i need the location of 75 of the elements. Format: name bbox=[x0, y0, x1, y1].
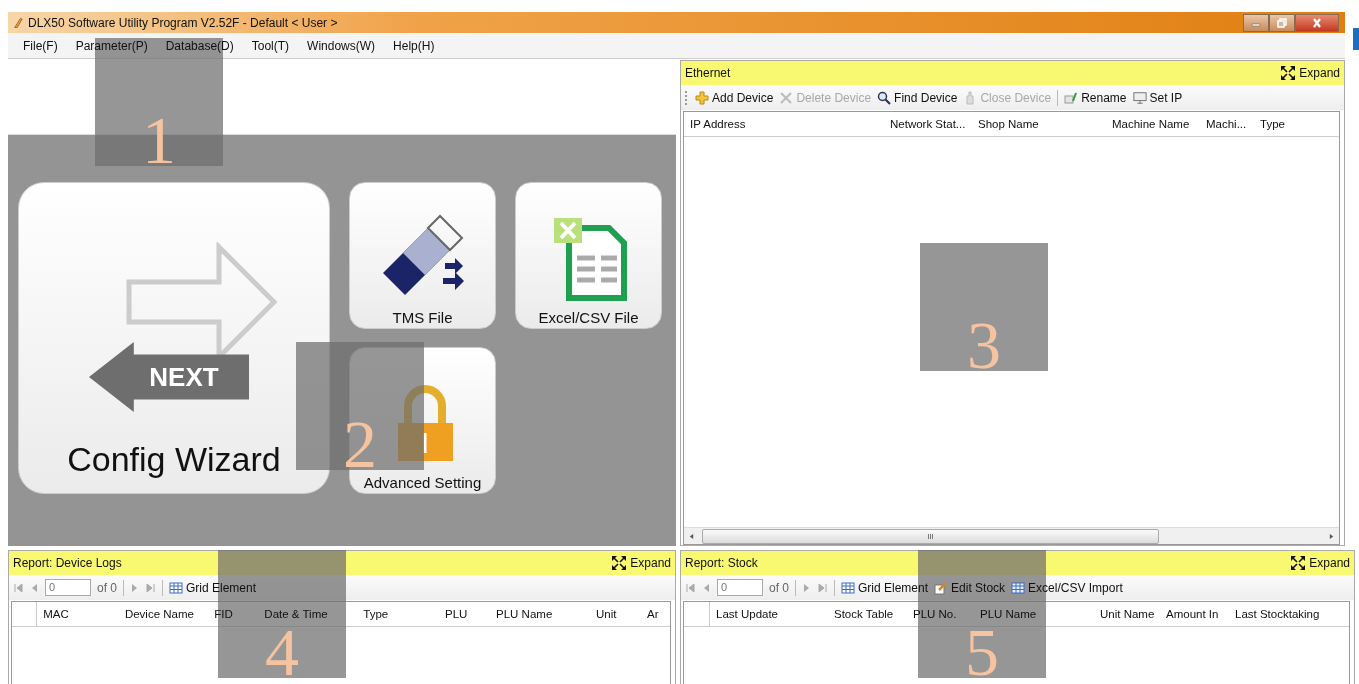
expand-icon bbox=[1280, 65, 1297, 81]
cross-icon bbox=[779, 90, 794, 105]
column-header[interactable]: PLU bbox=[439, 608, 491, 620]
column-header[interactable]: Machi... bbox=[1200, 118, 1254, 130]
scroll-left-icon[interactable] bbox=[689, 533, 694, 539]
toolbar-button[interactable]: Rename bbox=[1064, 90, 1127, 105]
column-header[interactable]: Last Update bbox=[710, 608, 828, 620]
menu-item[interactable]: Tool(T) bbox=[242, 38, 299, 53]
pencil-icon bbox=[934, 580, 949, 595]
expand-button[interactable]: Expand bbox=[611, 555, 671, 571]
panel-title: Report: Device Logs bbox=[13, 556, 122, 570]
panel-title: Ethernet bbox=[685, 66, 731, 80]
column-header[interactable]: IP Address bbox=[684, 118, 884, 130]
page-count: of 0 bbox=[769, 580, 789, 595]
column-header[interactable]: Machine Name bbox=[1106, 118, 1200, 130]
column-header[interactable]: Unit bbox=[589, 608, 641, 620]
callout-number: 4 bbox=[265, 624, 299, 674]
close-icon bbox=[1311, 17, 1323, 28]
menu-item[interactable]: Windows(W) bbox=[298, 38, 385, 53]
callout-number: 1 bbox=[142, 112, 176, 162]
monitor-icon bbox=[1132, 90, 1147, 105]
restore-icon bbox=[1276, 17, 1288, 28]
column-header[interactable]: MAC bbox=[37, 608, 119, 620]
column-header[interactable]: PLU Name bbox=[974, 608, 1094, 620]
column-header[interactable]: Network Stat... bbox=[884, 118, 972, 130]
callout-number: 5 bbox=[965, 624, 999, 674]
close-button[interactable] bbox=[1295, 13, 1339, 32]
page-number-field[interactable]: 0 bbox=[717, 579, 763, 596]
toolbar-button[interactable]: Add Device bbox=[695, 90, 774, 105]
column-header[interactable]: Type bbox=[1254, 118, 1314, 130]
panel-title: Report: Stock bbox=[685, 556, 758, 570]
expand-button[interactable]: Expand bbox=[1290, 555, 1350, 571]
app-icon bbox=[13, 16, 23, 29]
first-page-icon[interactable] bbox=[13, 582, 23, 593]
last-page-icon[interactable] bbox=[818, 582, 828, 593]
column-header[interactable]: Ar bbox=[641, 608, 670, 620]
page-count: of 0 bbox=[97, 580, 117, 595]
restore-button[interactable] bbox=[1269, 13, 1295, 32]
expand-icon bbox=[611, 555, 628, 571]
toolbar-button[interactable]: Find Device bbox=[877, 90, 958, 105]
toolbar-button[interactable]: Edit Stock bbox=[934, 580, 1006, 595]
column-header[interactable]: Last Stocktaking bbox=[1229, 608, 1349, 620]
column-header[interactable]: Device Name bbox=[118, 608, 209, 620]
launcher-tile[interactable]: Excel/CSV File bbox=[515, 182, 662, 329]
toolbar-button[interactable]: Set IP bbox=[1132, 90, 1183, 105]
page-number-field[interactable]: 0 bbox=[45, 579, 91, 596]
menu-item[interactable]: File(F) bbox=[14, 38, 67, 53]
launcher-tile[interactable]: NEXT Config Wizard bbox=[18, 182, 330, 494]
search-icon bbox=[877, 90, 892, 105]
expand-icon bbox=[1290, 555, 1307, 571]
column-header[interactable]: Date & Time bbox=[258, 608, 358, 620]
plus-icon bbox=[695, 90, 709, 105]
last-page-icon[interactable] bbox=[146, 582, 156, 593]
rename-icon bbox=[1064, 90, 1079, 105]
scroll-right-icon[interactable] bbox=[1329, 533, 1334, 539]
menu-item[interactable]: Help(H) bbox=[384, 38, 444, 53]
minimize-button[interactable] bbox=[1243, 13, 1269, 32]
launcher-tile[interactable]: TMS File bbox=[349, 182, 496, 329]
column-header[interactable]: Type bbox=[357, 608, 439, 620]
first-page-icon[interactable] bbox=[685, 582, 695, 593]
horizontal-scrollbar[interactable]: III bbox=[684, 527, 1339, 544]
window-edge-strip bbox=[1353, 28, 1359, 50]
callout-number: 3 bbox=[967, 317, 1001, 367]
callout-number: 2 bbox=[343, 416, 377, 466]
grid-icon bbox=[841, 580, 855, 595]
column-header[interactable]: Stock Table bbox=[828, 608, 907, 620]
expand-button[interactable]: Expand bbox=[1280, 65, 1340, 81]
column-header[interactable]: PLU Name bbox=[490, 608, 590, 620]
table-icon bbox=[1011, 580, 1026, 595]
column-header[interactable]: Shop Name bbox=[972, 118, 1106, 130]
column-header[interactable]: Unit Name bbox=[1094, 608, 1160, 620]
column-header[interactable]: Amount In bbox=[1160, 608, 1229, 620]
grid-icon bbox=[169, 580, 183, 595]
window-title: DLX50 Software Utility Program V2.52F - Default < User > bbox=[28, 15, 338, 30]
scrollbar-thumb[interactable]: III bbox=[702, 528, 1159, 544]
